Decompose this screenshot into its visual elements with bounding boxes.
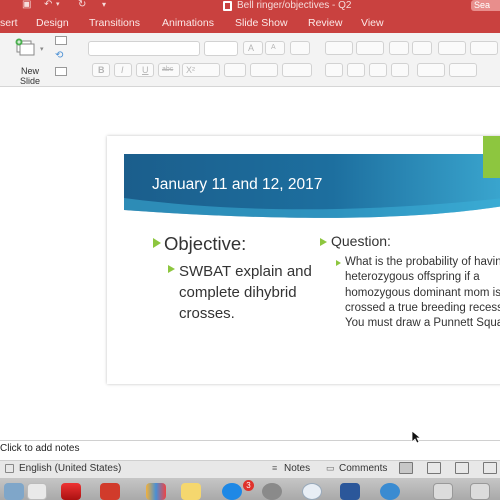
normal-view-icon[interactable] xyxy=(399,462,413,474)
align-left-button[interactable] xyxy=(325,63,343,77)
section-icon[interactable] xyxy=(55,67,67,76)
title-bar: ▣ ↶ ▾ ↻ ▾ Bell ringer/objectives - Q2 Se… xyxy=(0,0,500,14)
spellcheck-icon[interactable] xyxy=(5,464,14,473)
slide-title[interactable]: January 11 and 12, 2017 xyxy=(152,176,322,194)
window-preview-dock-icon[interactable] xyxy=(433,483,453,500)
superscript-button[interactable]: X² xyxy=(182,63,220,77)
font-color-button[interactable] xyxy=(282,63,312,77)
objective-text[interactable]: SWBAT explain and complete dihybrid cros… xyxy=(179,261,319,324)
powerpoint-document-icon xyxy=(223,1,232,11)
increase-indent-button[interactable] xyxy=(412,41,432,55)
notes-toggle[interactable]: Notes xyxy=(284,463,310,474)
columns-button[interactable] xyxy=(470,41,498,55)
redo-icon[interactable]: ↻ xyxy=(78,0,88,10)
clear-formatting-button[interactable] xyxy=(290,41,310,55)
window-preview-dock-icon[interactable] xyxy=(470,483,490,500)
customize-toolbar-icon[interactable]: ▾ xyxy=(102,0,112,10)
decrease-font-button[interactable]: A xyxy=(265,41,285,55)
notes-icon[interactable]: ≡ xyxy=(272,463,277,473)
app-store-dock-icon[interactable] xyxy=(222,483,242,500)
tab-transitions[interactable]: Transitions xyxy=(89,17,140,29)
app-store-badge: 3 xyxy=(243,480,254,491)
bullet-arrow-icon xyxy=(168,265,175,273)
reset-icon[interactable]: ⟲ xyxy=(55,51,67,61)
comments-icon[interactable]: ▭ xyxy=(326,463,335,474)
comments-toggle[interactable]: Comments xyxy=(339,463,387,474)
undo-icon[interactable]: ↶ xyxy=(44,0,54,10)
undo-dropdown-icon[interactable]: ▾ xyxy=(56,0,66,10)
question-text[interactable]: What is the probability of having a hete… xyxy=(345,255,500,331)
tab-slide-show[interactable]: Slide Show xyxy=(235,17,288,29)
reading-view-icon[interactable] xyxy=(455,462,469,474)
notes-dock-icon[interactable] xyxy=(181,483,201,500)
layout-icon[interactable] xyxy=(55,36,67,45)
font-size-field[interactable] xyxy=(204,41,238,56)
text-direction-button[interactable] xyxy=(417,63,445,77)
bullet-arrow-icon xyxy=(336,260,341,266)
align-right-button[interactable] xyxy=(369,63,387,77)
mouse-cursor-icon xyxy=(411,430,421,444)
notes-placeholder[interactable]: Click to add notes xyxy=(0,443,80,454)
bullet-arrow-icon xyxy=(320,238,327,246)
system-preferences-dock-icon[interactable] xyxy=(262,483,282,500)
text-effects-button[interactable] xyxy=(224,63,246,77)
font-family-field[interactable] xyxy=(88,41,200,56)
slide-show-icon[interactable] xyxy=(483,462,497,474)
new-slide-label[interactable]: New Slide xyxy=(17,66,43,86)
bullets-button[interactable] xyxy=(325,41,353,55)
slide-sorter-icon[interactable] xyxy=(427,462,441,474)
strikethrough-button[interactable]: abc xyxy=(158,63,180,77)
ribbon-tabs: sert Design Transitions Animations Slide… xyxy=(0,14,500,33)
numbers-dock-icon[interactable] xyxy=(146,483,166,500)
new-slide-dropdown-icon[interactable]: ▾ xyxy=(40,45,44,53)
italic-button[interactable]: I xyxy=(114,63,132,77)
decrease-indent-button[interactable] xyxy=(389,41,409,55)
ribbon-toolbar: ▾ New Slide ⟲ A A B I U abc X² xyxy=(0,33,500,87)
search-input[interactable]: Sea xyxy=(471,0,500,11)
tab-animations[interactable]: Animations xyxy=(162,17,214,29)
save-icon[interactable]: ▣ xyxy=(22,0,32,10)
word-dock-icon[interactable] xyxy=(340,483,360,500)
language-indicator[interactable]: English (United States) xyxy=(19,463,121,474)
objective-heading[interactable]: Objective: xyxy=(164,233,246,255)
justify-button[interactable] xyxy=(391,63,409,77)
tab-insert[interactable]: sert xyxy=(0,17,18,29)
underline-button[interactable]: U xyxy=(136,63,154,77)
accent-tab xyxy=(483,136,500,178)
increase-font-button[interactable]: A xyxy=(243,41,263,55)
question-heading[interactable]: Question: xyxy=(331,233,391,249)
calendar-dock-icon[interactable] xyxy=(61,483,81,500)
safari-dock-icon[interactable] xyxy=(302,483,322,500)
tab-review[interactable]: Review xyxy=(308,17,342,29)
textedit-dock-icon[interactable] xyxy=(27,483,47,500)
align-text-button[interactable] xyxy=(449,63,477,77)
numbering-button[interactable] xyxy=(356,41,384,55)
powerpoint-dock-icon[interactable] xyxy=(100,483,120,500)
bold-button[interactable]: B xyxy=(92,63,110,77)
text-highlight-button[interactable] xyxy=(250,63,278,77)
finder-dock-icon[interactable] xyxy=(4,483,24,500)
line-spacing-button[interactable] xyxy=(438,41,466,55)
tab-view[interactable]: View xyxy=(361,17,384,29)
window-title: Bell ringer/objectives - Q2 xyxy=(237,0,352,11)
align-center-button[interactable] xyxy=(347,63,365,77)
chrome-dock-icon[interactable] xyxy=(380,483,400,500)
new-slide-icon[interactable] xyxy=(14,37,38,61)
tab-design[interactable]: Design xyxy=(36,17,69,29)
bullet-arrow-icon xyxy=(153,238,161,248)
